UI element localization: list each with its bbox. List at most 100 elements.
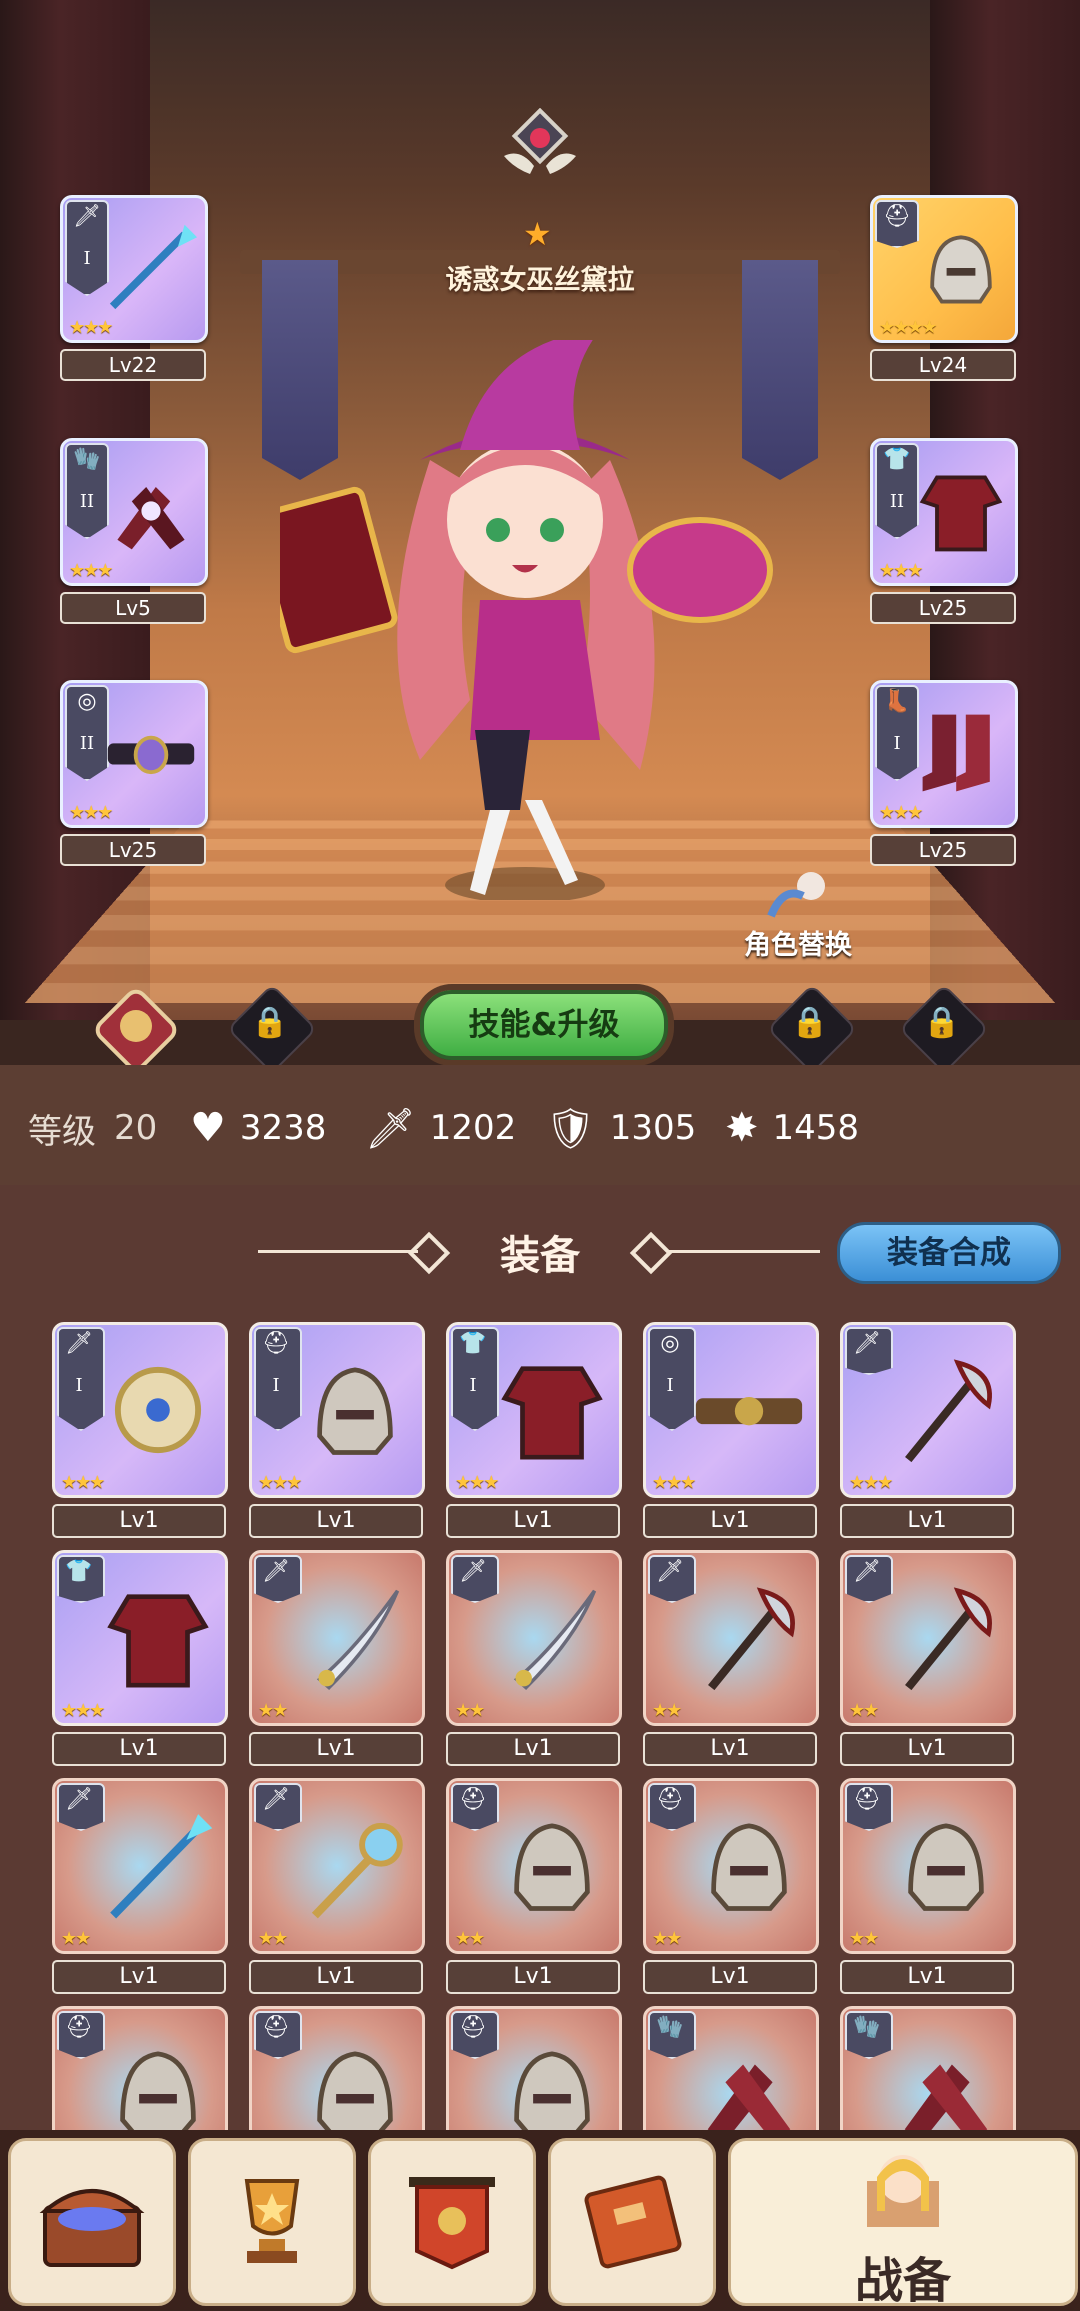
nav-active-label: 战备 — [854, 2253, 951, 2309]
pet-icon[interactable] — [88, 982, 184, 1078]
treasure-chest-icon — [39, 2189, 145, 2267]
sword-icon — [513, 1589, 597, 1690]
inventory-item[interactable]: ⛑ — [52, 2006, 228, 2140]
level-label: Lv1 — [249, 1732, 423, 1766]
star-rating: ★★★ — [61, 1700, 105, 1721]
axe-icon — [905, 1587, 992, 1691]
item-frame: 🗡 ★★ — [52, 1778, 228, 1954]
armor-icon — [501, 1366, 603, 1460]
inventory-item[interactable]: 🗡 ★★ Lv1 — [249, 1550, 425, 1766]
inventory-item[interactable]: 👕 I ★★★ Lv1 — [446, 1322, 622, 1538]
level-label: Lv22 — [60, 349, 206, 381]
item-frame: 🧤 — [840, 2006, 1016, 2140]
gauntlets-icon — [904, 2064, 988, 2140]
defense-value: 1305 — [609, 1108, 697, 1148]
item-frame: 🗡 ★★ — [249, 1778, 425, 1954]
inventory-item[interactable]: 🗡 ★★ Lv1 — [446, 1550, 622, 1766]
hero-star: ★ — [523, 215, 552, 253]
gauntlets-icon — [117, 487, 185, 550]
inventory-grid: 🗡 I ★★★ Lv1 ⛑ I ★★★ Lv1 👕 I ★★★ Lv1 ◎ I ★★★ Lv1 🗡 ★★★ Lv1 👕… — [52, 1322, 1032, 2140]
level-label: Lv1 — [249, 1960, 423, 1994]
inventory-item[interactable]: 🗡 I ★★★ Lv1 — [52, 1322, 228, 1538]
banner-icon — [409, 2177, 495, 2270]
nav-trophy[interactable] — [188, 2138, 356, 2306]
nav-battle-prep[interactable]: 战备 — [728, 2138, 1078, 2309]
inventory-item[interactable]: ⛑ ★★ Lv1 — [840, 1778, 1016, 1994]
inventory-item[interactable]: ⛑ — [249, 2006, 425, 2140]
inventory-item[interactable]: ⛑ ★★ Lv1 — [643, 1778, 819, 1994]
level-label: Lv1 — [840, 1960, 1014, 1994]
inventory-item[interactable]: 🗡 ★★★ Lv1 — [840, 1322, 1016, 1538]
star-rating: ★★★ — [879, 560, 923, 581]
inventory-item[interactable]: 🧤 — [643, 2006, 819, 2140]
level-value: 20 — [114, 1108, 158, 1148]
type-symbol: ⛑ — [262, 1331, 290, 1356]
equip-slot-weapon[interactable]: 🗡 I ★★★ Lv22 — [60, 195, 208, 381]
inventory-item[interactable]: 🗡 ★★ Lv1 — [249, 1778, 425, 1994]
type-symbol: ◎ — [660, 1331, 680, 1356]
slot-frame: 🗡 I ★★★ — [60, 195, 208, 343]
inventory-item[interactable]: ⛑ — [446, 2006, 622, 2140]
inventory-item[interactable]: ⛑ ★★ Lv1 — [446, 1778, 622, 1994]
lock-icon: 🔒 — [923, 1005, 961, 1040]
axe-icon — [708, 1587, 795, 1691]
sword-icon — [316, 1589, 400, 1690]
equip-slot-helmet[interactable]: ⛑ ★★★★ Lv24 — [870, 195, 1018, 381]
trophy-icon — [244, 2179, 300, 2263]
inventory-item[interactable]: 👕 ★★★ Lv1 — [52, 1550, 228, 1766]
stats-bar — [0, 1065, 1080, 1185]
level-label: Lv24 — [870, 349, 1016, 381]
divider-right — [668, 1250, 820, 1253]
heart-icon: ♥ — [190, 1105, 226, 1151]
type-tag: ◎ I — [648, 1327, 696, 1431]
inventory-item[interactable]: 🗡 ★★ Lv1 — [52, 1778, 228, 1994]
star-rating: ★★★ — [69, 317, 113, 338]
locked-slot-2[interactable]: 🔒 — [766, 983, 858, 1075]
inventory-item[interactable]: 🗡 ★★ Lv1 — [643, 1550, 819, 1766]
type-symbol: ⛑ — [459, 2015, 487, 2040]
staff-icon — [311, 1822, 403, 1919]
nav-treasure[interactable] — [8, 2138, 176, 2306]
equip-slot-gloves[interactable]: 🧤 II ★★★ Lv5 — [60, 438, 208, 624]
axe-icon — [905, 1359, 992, 1463]
level-label: Lv1 — [840, 1504, 1014, 1538]
equip-slot-boots[interactable]: 👢 I ★★★ Lv25 — [870, 680, 1018, 866]
star-rating: ★★ — [849, 1700, 879, 1721]
lock-icon: 🔒 — [791, 1005, 829, 1040]
nav-banner[interactable] — [368, 2138, 536, 2306]
helmet-icon — [930, 235, 992, 304]
belt-icon — [695, 1397, 803, 1426]
type-tag: ⛑ I — [254, 1327, 302, 1431]
type-symbol: ⛑ — [853, 1787, 881, 1812]
type-symbol: 🗡 — [853, 1559, 881, 1584]
locked-slot-1[interactable]: 🔒 — [226, 983, 318, 1075]
equipment-synth-button[interactable]: 装备合成 — [837, 1222, 1061, 1284]
equip-slot-armor[interactable]: 👕 II ★★★ Lv25 — [870, 438, 1018, 624]
armor-icon — [919, 475, 1003, 552]
helmet-icon — [317, 2051, 393, 2139]
nav-book[interactable] — [548, 2138, 716, 2306]
type-symbol: 🗡 — [65, 1787, 93, 1812]
slot-frame: ◎ II ★★★ — [60, 680, 208, 828]
star-rating: ★★ — [258, 1928, 288, 1949]
type-tag: 👕 — [57, 1555, 105, 1603]
inventory-item[interactable]: ◎ I ★★★ Lv1 — [643, 1322, 819, 1538]
type-symbol: 🗡 — [656, 1559, 684, 1584]
level-label: Lv1 — [643, 1960, 817, 1994]
equip-slot-belt[interactable]: ◎ II ★★★ Lv25 — [60, 680, 208, 866]
stat-crit: ✸ 1458 — [725, 1098, 859, 1158]
inventory-item[interactable]: ⛑ I ★★★ Lv1 — [249, 1322, 425, 1538]
inventory-item[interactable]: 🗡 ★★ Lv1 — [840, 1550, 1016, 1766]
level-label: Lv1 — [446, 1732, 620, 1766]
locked-slot-3[interactable]: 🔒 — [898, 983, 990, 1075]
item-frame: 🗡 ★★★ — [840, 1322, 1016, 1498]
item-frame: ⛑ — [446, 2006, 622, 2140]
skill-upgrade-button[interactable]: 技能&升级 — [420, 990, 668, 1060]
level-label: Lv1 — [840, 1732, 1014, 1766]
tier-label: I — [272, 1375, 280, 1396]
swap-character-button[interactable]: 角色替换 — [728, 868, 868, 968]
hero-character[interactable] — [280, 340, 800, 900]
level-label: Lv1 — [52, 1732, 226, 1766]
inventory-item[interactable]: 🧤 — [840, 2006, 1016, 2140]
star-rating: ★★★ — [61, 1472, 105, 1493]
